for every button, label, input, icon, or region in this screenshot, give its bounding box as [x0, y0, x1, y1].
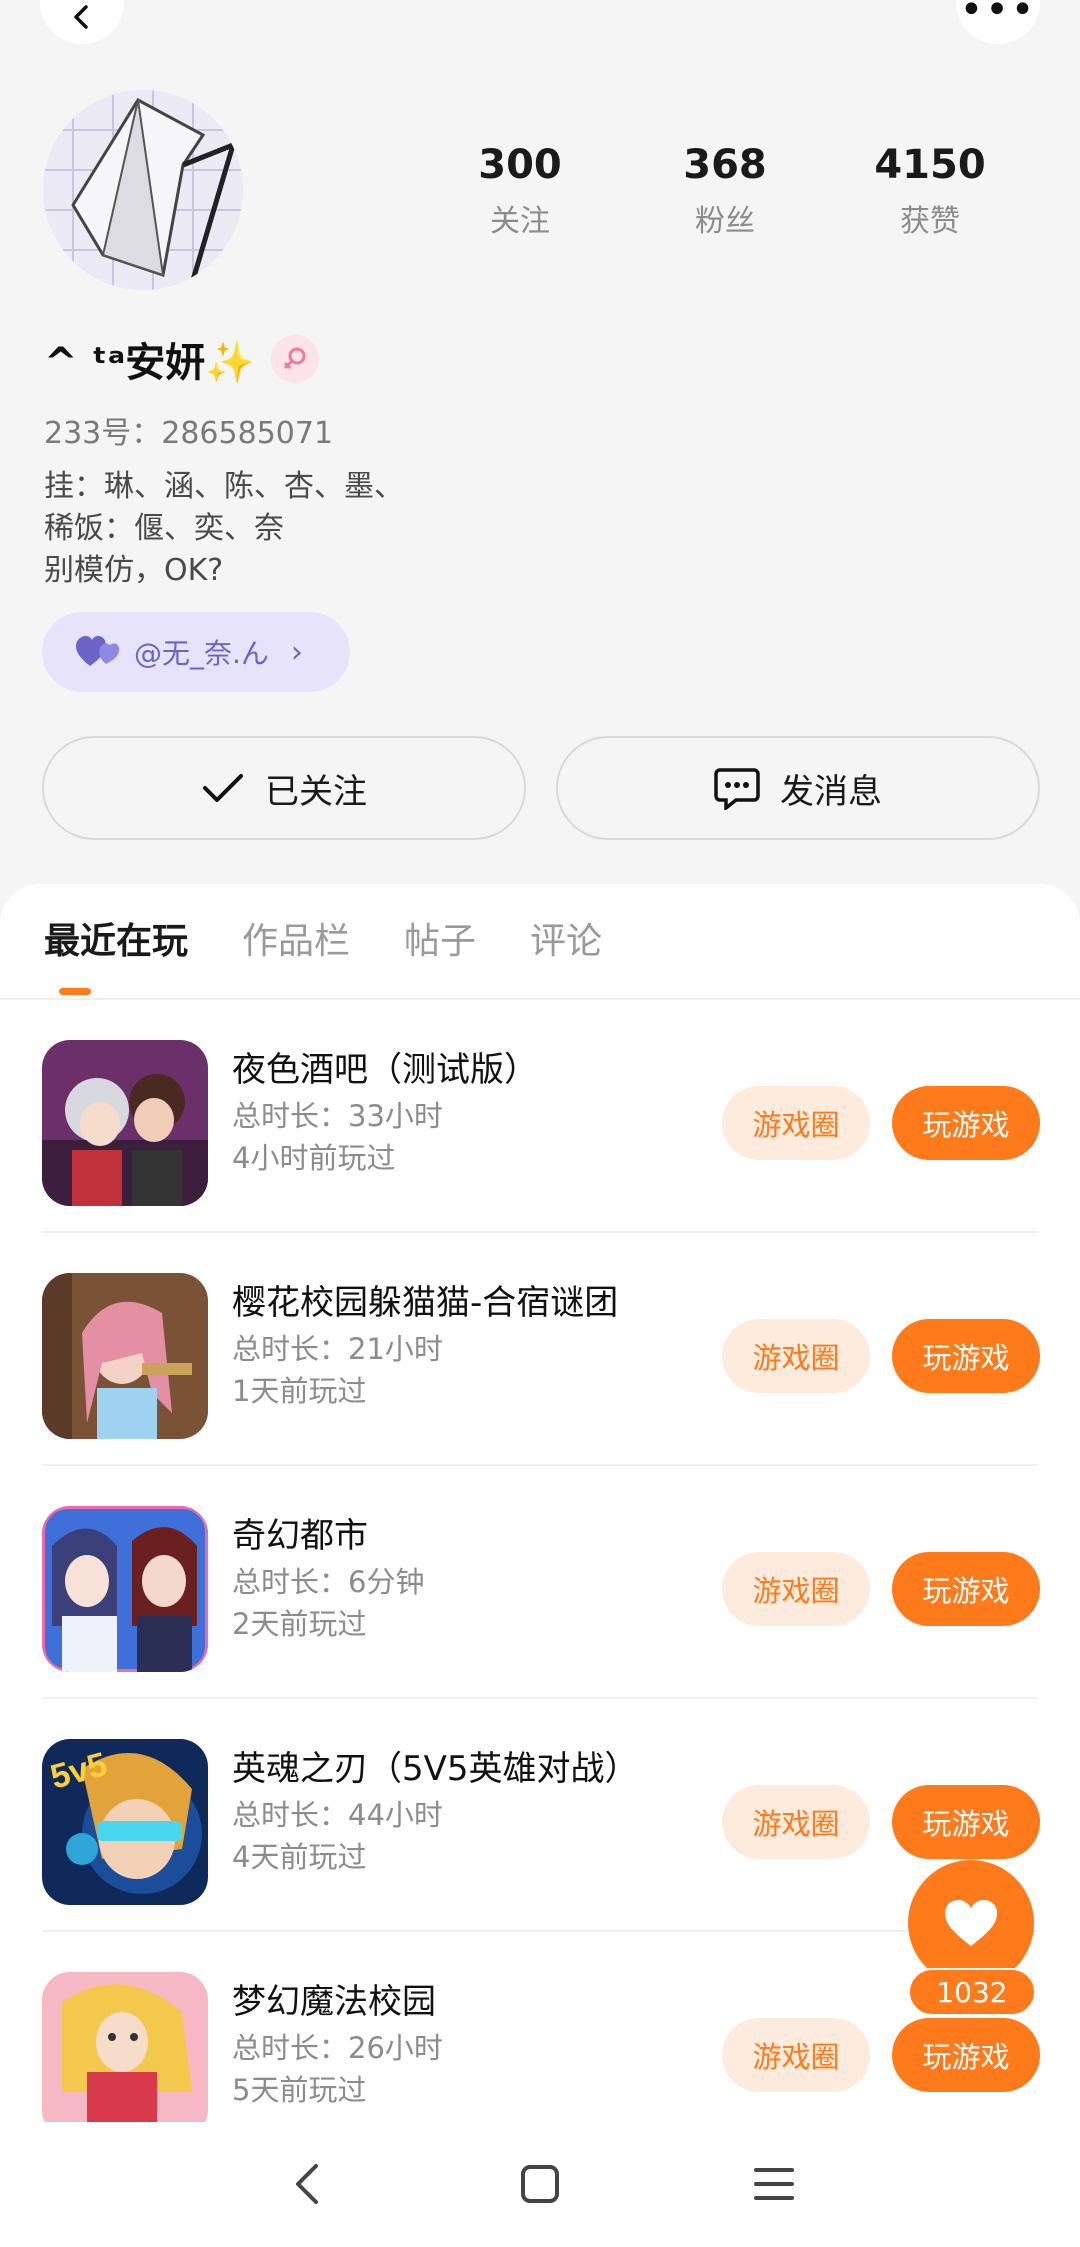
- game-duration: 总时长：21小时: [232, 1332, 443, 1366]
- game-last-played: 4天前玩过: [232, 1840, 367, 1874]
- stat-followers[interactable]: 368 粉丝: [635, 140, 815, 240]
- followed-label: 已关注: [265, 771, 367, 812]
- game-info: 夜色酒吧（测试版） 总时长：33小时 4小时前玩过: [232, 1048, 538, 1182]
- message-button[interactable]: 发消息: [556, 736, 1040, 840]
- game-last-played: 1天前玩过: [232, 1374, 367, 1408]
- list-item[interactable]: 5v5 英魂之刃（5V5英雄对战） 总时长：44小时 4天前玩过 游戏圈 玩游戏: [42, 1699, 1040, 1932]
- game-info: 樱花校园躲猫猫-合宿谜团 总时长：21小时 1天前玩过: [232, 1281, 618, 1415]
- game-circle-button[interactable]: 游戏圈: [722, 1552, 870, 1626]
- game-icon[interactable]: [42, 1040, 208, 1206]
- cp-label: @无_奈.ん: [134, 637, 269, 670]
- play-game-button[interactable]: 玩游戏: [892, 2018, 1040, 2092]
- stat-value: 4150: [874, 142, 986, 188]
- game-last-played: 4小时前玩过: [232, 1141, 396, 1175]
- username: ^ ᵗᵃ安妍✨: [44, 340, 256, 386]
- tab-posts[interactable]: 帖子: [404, 914, 476, 970]
- game-duration: 总时长：44小时: [232, 1798, 443, 1832]
- play-game-button[interactable]: 玩游戏: [892, 1552, 1040, 1626]
- game-icon[interactable]: [42, 1273, 208, 1439]
- check-icon: [203, 774, 243, 802]
- message-label: 发消息: [780, 771, 882, 812]
- game-title: 夜色酒吧（测试版）: [232, 1050, 538, 1090]
- stat-following[interactable]: 300 关注: [430, 140, 610, 240]
- like-count-badge: 1032: [908, 1968, 1036, 2016]
- avatar[interactable]: [43, 90, 243, 290]
- nav-home-icon[interactable]: [520, 2162, 560, 2210]
- game-circle-button[interactable]: 游戏圈: [722, 1785, 870, 1859]
- game-info: 奇幻都市 总时长：6分钟 2天前玩过: [232, 1514, 424, 1648]
- game-duration: 总时长：6分钟: [232, 1565, 425, 1599]
- double-heart-icon: [76, 636, 120, 666]
- system-nav-bar: [0, 2122, 1080, 2247]
- female-icon: [271, 335, 320, 383]
- game-last-played: 2天前玩过: [232, 1607, 367, 1641]
- game-circle-button[interactable]: 游戏圈: [722, 1319, 870, 1393]
- name-row: ^ ᵗᵃ安妍✨: [44, 330, 320, 388]
- chat-icon: [714, 768, 760, 810]
- stat-value: 368: [683, 142, 767, 188]
- game-title: 樱花校园躲猫猫-合宿谜团: [232, 1283, 619, 1323]
- tab-recently-played[interactable]: 最近在玩: [44, 914, 188, 970]
- stat-label: 粉丝: [695, 204, 755, 239]
- bio: 挂：琳、涵、陈、杏、墨、 稀饭：偃、奕、奈 别模仿，OK?: [44, 469, 404, 588]
- play-game-button[interactable]: 玩游戏: [892, 1086, 1040, 1160]
- list-item[interactable]: 夜色酒吧（测试版） 总时长：33小时 4小时前玩过 游戏圈 玩游戏: [42, 1000, 1040, 1233]
- nav-back-icon[interactable]: [292, 2162, 322, 2210]
- more-dots-icon: •••: [959, 0, 1037, 33]
- cp-link-pill[interactable]: @无_奈.ん ›: [42, 612, 350, 692]
- game-title: 梦幻魔法校园: [232, 1982, 436, 2022]
- chevron-right-icon: ›: [290, 634, 303, 670]
- game-info: 梦幻魔法校园 总时长：26小时 5天前玩过: [232, 1980, 443, 2114]
- profile-stats: 300 关注 368 粉丝 4150 获赞: [430, 140, 1020, 240]
- heart-icon: [945, 1900, 997, 1946]
- followed-button[interactable]: 已关注: [42, 736, 526, 840]
- content-card: 最近在玩 作品栏 帖子 评论 夜色酒吧（测试版） 总时长：33小时 4小时前玩过…: [0, 884, 1080, 2247]
- game-circle-button[interactable]: 游戏圈: [722, 1086, 870, 1160]
- list-item[interactable]: 奇幻都市 总时长：6分钟 2天前玩过 游戏圈 玩游戏: [42, 1466, 1040, 1699]
- list-item[interactable]: 樱花校园躲猫猫-合宿谜团 总时长：21小时 1天前玩过 游戏圈 玩游戏: [42, 1233, 1040, 1466]
- tab-bar: 最近在玩 作品栏 帖子 评论: [44, 914, 602, 970]
- tab-works[interactable]: 作品栏: [242, 914, 350, 970]
- game-duration: 总时长：26小时: [232, 2031, 443, 2065]
- play-game-button[interactable]: 玩游戏: [892, 1319, 1040, 1393]
- stat-likes[interactable]: 4150 获赞: [840, 140, 1020, 240]
- user-id: 233号：286585071: [44, 416, 334, 451]
- game-icon[interactable]: [42, 1972, 208, 2138]
- game-title: 英魂之刃（5V5英雄对战）: [232, 1749, 639, 1789]
- game-icon[interactable]: 5v5: [42, 1739, 208, 1905]
- stat-label: 获赞: [900, 204, 960, 239]
- game-circle-button[interactable]: 游戏圈: [722, 2018, 870, 2092]
- game-title: 奇幻都市: [232, 1516, 368, 1556]
- tab-comments[interactable]: 评论: [530, 914, 602, 970]
- stat-label: 关注: [490, 204, 550, 239]
- game-info: 英魂之刃（5V5英雄对战） 总时长：44小时 4天前玩过: [232, 1747, 639, 1881]
- chevron-left-icon: [74, 5, 88, 29]
- nav-menu-icon[interactable]: [754, 2162, 794, 2210]
- tab-indicator: [59, 988, 91, 995]
- avatar-image: [43, 90, 243, 290]
- game-icon[interactable]: [42, 1506, 208, 1672]
- stat-value: 300: [478, 142, 562, 188]
- game-duration: 总时长：33小时: [232, 1099, 443, 1133]
- profile-page: ••• 300 关注 368 粉丝 4150 获赞 ^ ᵗᵃ安妍✨ 233号：2…: [0, 0, 1080, 2247]
- more-button[interactable]: •••: [956, 0, 1040, 44]
- play-game-button[interactable]: 玩游戏: [892, 1785, 1040, 1859]
- game-last-played: 5天前玩过: [232, 2073, 367, 2107]
- back-button[interactable]: [40, 0, 124, 44]
